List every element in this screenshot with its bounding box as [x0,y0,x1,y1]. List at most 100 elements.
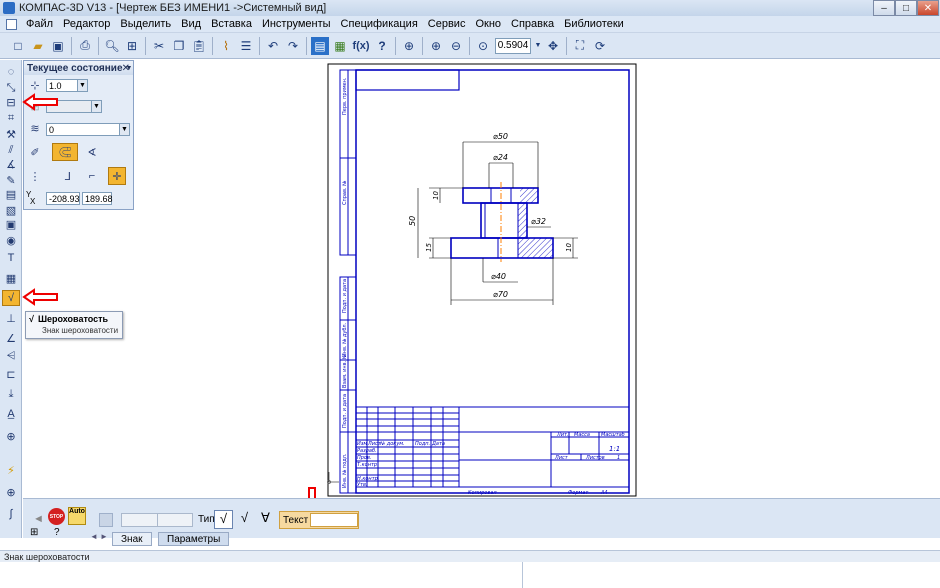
spline-icon[interactable]: ∫ [2,506,20,522]
zoom-dropdown-icon[interactable]: ▼ [534,37,542,55]
menu-window[interactable]: Окно [470,18,506,30]
open-folder-icon[interactable]: ▰ [29,37,47,55]
menu-view[interactable]: Вид [176,18,206,30]
properties-icon[interactable]: ☰ [237,37,255,55]
roughness-tooltip: √ Шероховатость Знак шероховатости [25,311,123,339]
local-cs-icon[interactable]: ⅃ [60,169,76,183]
grid-icon[interactable]: ⌗ [2,110,20,126]
close-button[interactable]: ✕ [917,0,939,16]
text-input[interactable] [310,513,358,527]
maximize-button[interactable]: □ [895,0,917,16]
roughness-type-2-icon[interactable]: √ [235,510,254,529]
tolerance-icon[interactable]: A̲ [2,406,20,422]
coord-x-input[interactable]: -208.93 [46,192,80,205]
leader-icon[interactable]: ∠ [2,330,20,346]
text-field[interactable]: Текст [279,511,359,529]
coord-y-input[interactable]: 189.68 [82,192,113,205]
copy-icon[interactable]: ❐ [170,37,188,55]
show-all-icon[interactable]: ⛶ [571,37,589,55]
dim-d24: ⌀24 [493,153,508,162]
tab-scroll-right-icon[interactable]: ► [100,532,108,541]
angle-icon[interactable]: ∡ [2,156,20,172]
chevron-down-icon[interactable]: ▼ [91,101,101,112]
menu-file[interactable]: Файл [21,18,58,30]
chevron-down-icon[interactable]: ▼ [77,80,87,91]
arrow-view-icon[interactable]: ⤓ [2,386,20,402]
dimensions-icon[interactable]: ⊟ [2,94,20,110]
zoom-input[interactable]: 0.5904 [495,37,531,54]
menu-tools[interactable]: Инструменты [257,18,336,30]
geometry-icon[interactable]: ◌ [2,64,20,80]
help-pointer-icon[interactable]: ? [373,37,391,55]
snap-magnet-icon[interactable]: 🧲︎ [52,143,78,161]
roughness-type-3-icon[interactable]: ∀ [256,510,275,529]
menu-insert[interactable]: Вставка [206,18,257,30]
auto-button[interactable]: Auto [68,507,86,525]
roughness-type-1-icon[interactable]: √ [214,510,233,529]
fragment-icon[interactable]: ▣ [2,216,20,232]
undo-icon[interactable]: ↶ [264,37,282,55]
tb-izm: Изм [357,441,367,447]
variables-icon[interactable]: ▦ [331,37,349,55]
base-icon[interactable]: ⊥ [2,310,20,326]
tab-scroll-left-icon[interactable]: ◄ [90,532,98,541]
fx-button[interactable]: f(x) [351,37,371,55]
library-icon[interactable]: ◉ [2,232,20,248]
chevron-down-icon[interactable]: ▼ [119,124,129,135]
panel-close-icon[interactable]: ✕ [122,63,130,74]
minimize-button[interactable]: – [873,0,895,16]
hammer-icon[interactable]: ⚒ [2,126,20,142]
pan-icon[interactable]: ✥ [544,37,562,55]
snap-mode-icon[interactable]: ✛ [108,167,126,185]
tb-format-value: A4 [600,490,608,496]
position-leader-icon[interactable]: ⩤ [2,348,20,364]
help-icon[interactable]: ? [54,527,70,541]
manager-icon[interactable]: ⊞ [123,37,141,55]
tb-data: Дата [431,441,445,447]
ortho-mode-icon[interactable]: ⌐ [84,169,100,183]
mark-icon[interactable]: ⊕ [2,428,20,444]
text-icon[interactable]: T [2,250,20,266]
redo-icon[interactable]: ↷ [284,37,302,55]
create-object-icon[interactable]: ⊞ [30,527,46,541]
menu-select[interactable]: Выделить [115,18,176,30]
grid-dots-icon[interactable]: ⋮ [27,169,43,183]
menu-help[interactable]: Справка [506,18,559,30]
table-icon[interactable]: ▤ [2,186,20,202]
new-document-icon[interactable]: □ [9,37,27,55]
pin-icon[interactable]: ◄ [33,513,44,525]
format-brush-icon[interactable]: ⌇ [217,37,235,55]
ortho-icon[interactable]: ∢ [84,145,100,159]
drawing-canvas[interactable]: Перв. примен. Справ. № Подп. и дата Инв.… [23,60,940,498]
stop-button[interactable]: STOP [48,508,65,525]
brush-icon[interactable]: ✐ [27,145,43,159]
roughness-icon[interactable]: √ [2,290,20,306]
preview-icon[interactable]: 🔍︎ [103,37,121,55]
menu-libraries[interactable]: Библиотеки [559,18,629,30]
paste-icon[interactable]: 📋︎ [190,37,208,55]
cut-line-icon[interactable]: ⊏ [2,366,20,382]
lightning-icon[interactable]: ⚡ [2,462,20,478]
tb-razrab: Разраб. [357,448,377,454]
table-insert-icon[interactable]: ▦ [2,270,20,286]
tab-parameters[interactable]: Параметры [158,532,230,546]
zoom-out-icon[interactable]: ⊖ [447,37,465,55]
step-combo[interactable]: 1.0 ▼ [46,79,88,92]
dim-h50: 50 [408,216,417,226]
tb-listov-label: Листов [585,455,605,461]
save-icon[interactable]: ▣ [49,37,67,55]
zoom-window-icon[interactable]: ⊕ [400,37,418,55]
tab-sign[interactable]: Знак [112,532,152,546]
zoom-scale-icon[interactable]: ⊙ [474,37,492,55]
menu-service[interactable]: Сервис [423,18,471,30]
menu-specification[interactable]: Спецификация [336,18,423,30]
measure-icon[interactable]: ⊕ [2,484,20,500]
zoom-in-icon[interactable]: ⊕ [427,37,445,55]
cut-icon[interactable]: ✂ [150,37,168,55]
tree-icon[interactable]: ▤ [311,36,329,55]
menu-edit[interactable]: Редактор [58,18,115,30]
refresh-icon[interactable]: ⟳ [591,37,609,55]
print-icon[interactable]: ⎙ [76,37,94,55]
layer-combo[interactable]: 0 ▼ [46,123,130,136]
param-field-2[interactable] [157,513,193,527]
